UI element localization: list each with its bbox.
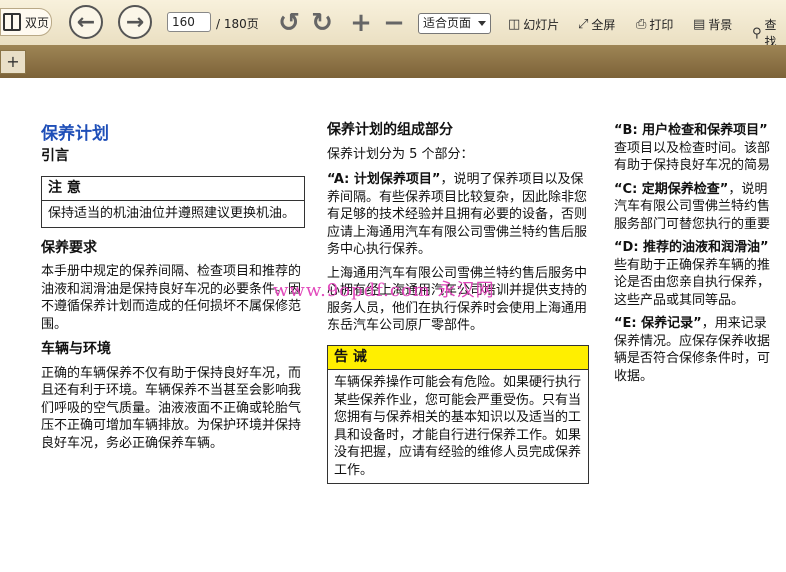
add-tab-button[interactable]: + <box>0 50 26 74</box>
fit-page-value: 适合页面 <box>423 16 472 30</box>
column-2: 保养计划的组成部分 保养计划分为 5 个部分： “A: 计划保养项目”，说明了保… <box>327 122 589 496</box>
part-a-paragraph: “A: 计划保养项目”，说明了保养项目以及保养间隔。有些保养项目比较复杂，因此除… <box>327 171 589 259</box>
part-d-label: “D: 推荐的油液和润滑油” <box>614 239 786 257</box>
tab-bar: + <box>0 45 786 78</box>
components-heading: 保养计划的组成部分 <box>327 122 453 138</box>
print-button[interactable]: ⎙ 打印 <box>636 16 673 33</box>
search-icon: ⚲ <box>752 25 762 41</box>
part-e-line-2: 辆是否符合保修条件时，可 <box>614 351 771 366</box>
warning-box: 告 诫 车辆保养操作可能会有危险。如果硬行执行某些保养作业，您可能会严重受伤。只… <box>327 344 589 484</box>
note-box: 注 意 保持适当的机油油位并遵照建议更换机油。 <box>41 175 305 228</box>
rotate-right-icon: ↻ <box>311 8 333 38</box>
zoom-out-button[interactable]: − <box>380 8 408 38</box>
rotate-left-button[interactable]: ↺ <box>275 8 303 38</box>
zoom-in-button[interactable]: + <box>347 8 375 38</box>
rotate-right-button[interactable]: ↻ <box>308 8 336 38</box>
rotate-left-icon: ↺ <box>278 8 300 38</box>
background-label: 背景 <box>708 18 733 32</box>
previous-page-button[interactable]: ← <box>69 5 103 39</box>
fit-page-select[interactable]: 适合页面 <box>418 13 491 34</box>
part-e-label: “E: 保养记录”，用来记录 <box>614 315 786 333</box>
part-c-tail: ，说明 <box>728 181 768 197</box>
page-title: 保养计划 <box>41 124 109 144</box>
part-b-line-2: 有助于保持良好车况的简易 <box>614 158 771 173</box>
double-page-label: 双页 <box>25 15 50 30</box>
minus-icon: − <box>383 8 405 38</box>
components-intro: 保养计划分为 5 个部分： <box>327 146 474 162</box>
double-page-button[interactable]: 双页 <box>0 8 52 36</box>
fullscreen-button[interactable]: ⤢ 全屏 <box>578 16 615 33</box>
part-c-title: “C: 定期保养检查” <box>614 181 729 197</box>
part-b-line-1: 查项目以及检查时间。该部 <box>614 140 771 156</box>
fullscreen-icon: ⤢ <box>578 17 589 32</box>
environment-body: 正确的车辆保养不仅有助于保持良好车况，而且还有利于环境。车辆保养不当甚至会影响我… <box>41 365 302 451</box>
warning-body: 车辆保养操作可能会有危险。如果硬行执行某些保养作业，您可能会严重受伤。只有当您拥… <box>334 375 582 478</box>
part-d-line-3: 这些产品或其同等品。 <box>614 292 745 308</box>
part-e-line-1: 保养情况。应保存保养收据 <box>614 333 771 349</box>
warning-title: 告 诫 <box>328 345 588 370</box>
next-page-button[interactable]: → <box>118 5 152 39</box>
plus-icon: + <box>350 8 372 38</box>
part-d-title: “D: 推荐的油液和润滑油” <box>614 240 769 255</box>
requirements-body: 本手册中规定的保养间隔、检查项目和推荐的油液和润滑油是保持良好车况的必要条件。因… <box>41 264 302 332</box>
part-e-line-3: 收据。 <box>614 368 654 384</box>
part-a-label: “A: 计划保养项目” <box>327 172 441 187</box>
slideshow-button[interactable]: ◫ 幻灯片 <box>508 16 559 33</box>
part-c-line-1: 汽车有限公司雪佛兰特约售 <box>614 199 771 214</box>
part-c-line-2: 服务部门可替您执行的重要 <box>614 216 771 232</box>
print-label: 打印 <box>649 18 674 32</box>
slideshow-icon: ◫ <box>508 17 521 32</box>
arrow-left-icon: ← <box>76 9 96 35</box>
book-icon <box>3 13 21 31</box>
part-d-line-1: 些有助于正确保养车辆的推 <box>614 257 771 273</box>
slideshow-label: 幻灯片 <box>523 18 560 32</box>
fullscreen-label: 全屏 <box>591 18 616 32</box>
document-page: 保养计划 引言 注 意 保持适当的机油油位并遵照建议更换机油。 保养要求 本手册… <box>0 78 786 572</box>
part-d-line-2: 论是否由您亲自执行保养， <box>614 275 771 290</box>
background-icon: ▤ <box>693 17 706 32</box>
note-body: 保持适当的机油油位并遵照建议更换机油。 <box>48 206 296 221</box>
part-c-label: “C: 定期保养检查”，说明 <box>614 181 786 199</box>
dropdown-arrow-icon <box>478 21 486 26</box>
page-total: / 180页 <box>216 17 259 31</box>
page-number-input[interactable]: 160 <box>167 12 211 32</box>
requirements-heading: 保养要求 <box>41 239 97 256</box>
toolbar: 双页 ← → 160 / 180页 ↺ ↻ + − 适合页面 ◫ 幻灯片 ⤢ 全屏 … <box>0 0 786 49</box>
part-b-label: “B: 用户检查和保养项目” <box>614 122 786 140</box>
arrow-right-icon: → <box>125 9 145 35</box>
environment-heading: 车辆与环境 <box>41 341 111 357</box>
part-e-title: “E: 保养记录” <box>614 316 702 331</box>
watermark: www.9opdf.com 永汉网 <box>273 280 495 301</box>
part-b-title: “B: 用户检查和保养项目” <box>614 123 768 138</box>
column-3: “B: 用户检查和保养项目” 查项目以及检查时间。该部 有助于保持良好车况的简易… <box>614 122 786 385</box>
intro-heading: 引言 <box>41 148 69 164</box>
note-title: 注 意 <box>42 177 304 201</box>
printer-icon: ⎙ <box>636 17 647 32</box>
background-button[interactable]: ▤ 背景 <box>693 16 732 33</box>
column-1: 保养计划 引言 注 意 保持适当的机油油位并遵照建议更换机油。 保养要求 本手册… <box>41 122 305 458</box>
part-e-tail: ，用来记录 <box>701 316 767 331</box>
